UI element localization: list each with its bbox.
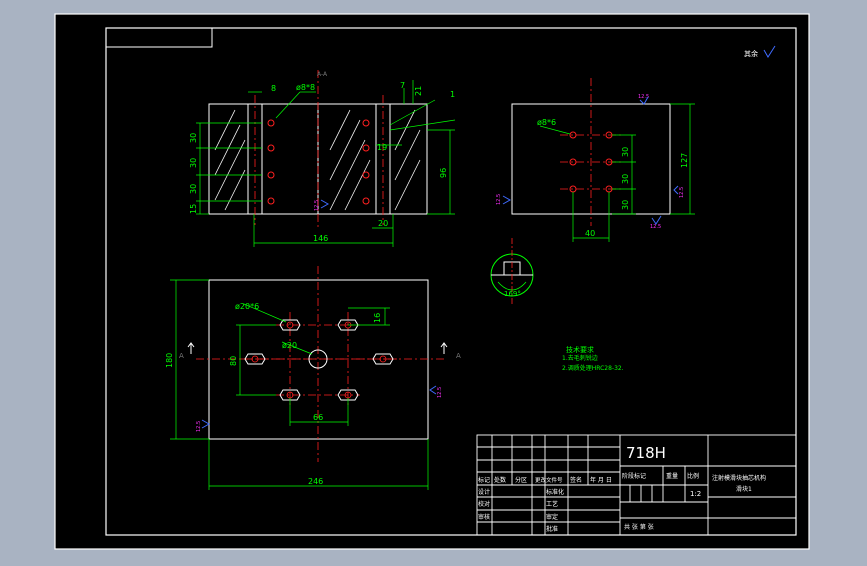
dim-plan-246: 246: [308, 477, 323, 486]
tb-sheet-info: 共 张 第 张: [624, 523, 654, 531]
dim-top-7: 7: [400, 81, 405, 90]
tb-header-sign: 签名: [570, 476, 582, 484]
dim-side-30c: 30: [621, 200, 630, 210]
dim-bottom-20: 20: [378, 219, 388, 228]
dim-bottom-146: 146: [313, 234, 328, 243]
tb-scale-value: 1:2: [690, 490, 701, 498]
dim-plan-16: 16: [373, 313, 382, 323]
tb-header-count: 处数: [494, 476, 506, 484]
side-roughness-left-value: 12.5: [496, 194, 502, 205]
side-roughness-bottom-value: 12.5: [650, 224, 661, 230]
section-mark-left: A: [179, 352, 184, 360]
dim-left-30c: 30: [189, 184, 198, 194]
tb-review: 审核: [478, 513, 490, 521]
front-roughness-value: 12.5: [314, 200, 320, 211]
dim-plan-180: 180: [165, 353, 174, 368]
tb-scale-header: 比例: [687, 472, 699, 480]
dim-top-21: 21: [414, 86, 423, 96]
tb-part-name: 注射模滑块抽芯机构: [712, 474, 766, 482]
tb-header-zone: 分区: [515, 476, 527, 484]
dim-side-30b: 30: [621, 174, 630, 184]
plan-roughness-right-value: 12.5: [437, 387, 443, 398]
dim-left-30a: 30: [189, 133, 198, 143]
tb-header-change: 更改文件号: [535, 476, 563, 484]
drawing-canvas: 其余 A-A 8 ø8*8 7 21 1 30 30 30 15 96 19 1…: [54, 13, 810, 550]
cad-viewport[interactable]: 其余 A-A 8 ø8*8 7 21 1 30 30 30 15 96 19 1…: [0, 0, 867, 562]
plan-roughness-left-value: 12.5: [196, 421, 202, 432]
tb-stage: 阶段标记: [622, 472, 646, 480]
tb-check: 校对: [478, 500, 490, 508]
dim-left-30b: 30: [189, 158, 198, 168]
tb-process: 工艺: [546, 500, 558, 508]
tb-standardization: 标准化: [546, 488, 564, 496]
side-roughness-right-value: 12.5: [679, 187, 685, 198]
dim-hole-note-side: ø8*6: [537, 118, 556, 127]
tb-header-mark: 标记: [478, 476, 490, 484]
balloon-1: 1: [450, 90, 455, 99]
sheet-outer-border: [54, 13, 810, 550]
dim-mid-19: 19: [377, 143, 387, 152]
dim-holes-6: ø20*6: [235, 302, 259, 311]
section-mark-right: A: [456, 352, 461, 360]
dim-side-40: 40: [585, 229, 595, 238]
notes-line-1: 1.去毛刺锐边: [562, 354, 598, 362]
dim-plan-66: 66: [313, 413, 323, 422]
notes-line-2: 2.调质处理HRC28-32.: [562, 364, 624, 372]
dim-side-30a: 30: [621, 147, 630, 157]
dim-hole-note-front: ø8*8: [296, 83, 315, 92]
detail-angle-label: 169°: [504, 290, 521, 298]
tb-approved-final: 审定: [546, 513, 558, 521]
notes-title: 技术要求: [566, 345, 594, 354]
dim-right-96: 96: [439, 168, 448, 178]
tb-weight: 重量: [666, 472, 678, 480]
default-roughness-label: 其余: [744, 49, 758, 58]
material-718h: 718H: [626, 444, 666, 462]
dim-top-8: 8: [271, 84, 276, 93]
tb-design: 设计: [478, 488, 490, 496]
tb-header-date: 年 月 日: [590, 476, 612, 484]
dim-left-15: 15: [189, 204, 198, 214]
section-label-aa: A-A: [317, 71, 328, 78]
dim-center-hole: ø20: [282, 341, 297, 350]
dim-side-127: 127: [680, 153, 689, 168]
tb-part-subname: 滑块1: [736, 485, 752, 493]
dim-plan-80: 80: [229, 356, 238, 366]
tb-approve: 批准: [546, 525, 558, 533]
